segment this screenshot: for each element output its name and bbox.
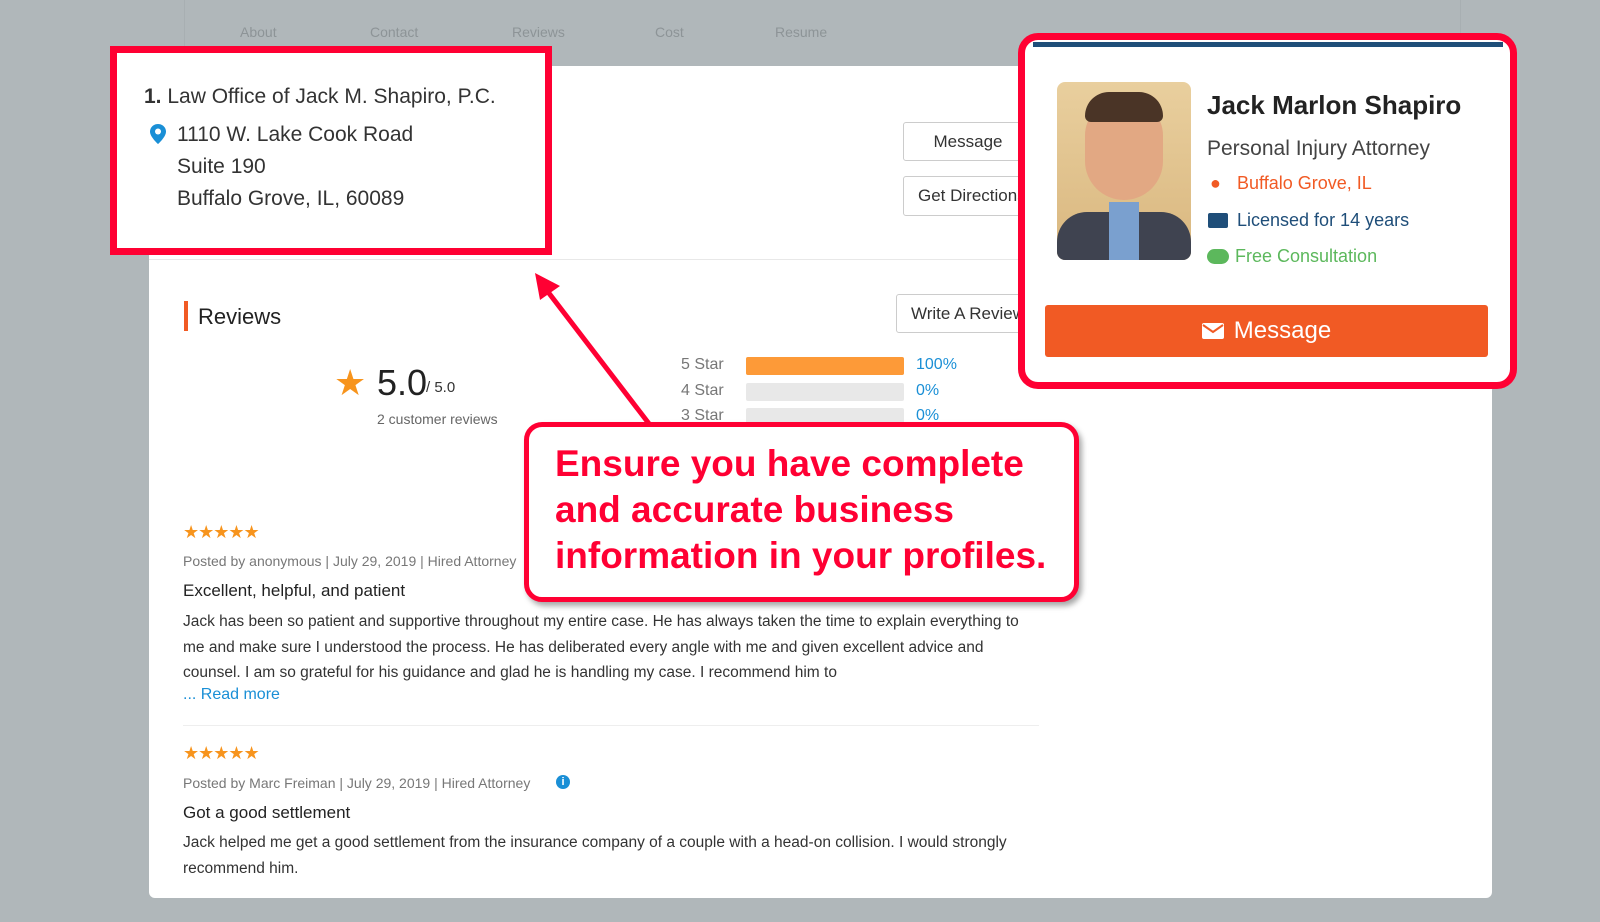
read-more-link[interactable]: ... Read more xyxy=(183,686,280,704)
review-stars: ★★★★★ xyxy=(183,743,260,763)
review-title: Excellent, helpful, and patient xyxy=(183,581,406,600)
annotation-callout: Ensure you have complete and accurate bu… xyxy=(524,422,1079,602)
info-icon[interactable]: i xyxy=(556,775,570,789)
review-meta: Posted by anonymous | July 29, 2019 | Hi… xyxy=(183,553,517,569)
map-pin-icon: ● xyxy=(1210,173,1221,193)
review-body: Jack has been so patient and supportive … xyxy=(183,613,1019,681)
attorney-name: Jack Marlon Shapiro xyxy=(1207,90,1462,120)
location-link[interactable]: Buffalo Grove, IL xyxy=(1237,173,1372,194)
piggy-bank-icon xyxy=(1207,249,1229,264)
envelope-icon xyxy=(1201,323,1224,339)
profile-card-highlight: Jack Marlon Shapiro Personal Injury Atto… xyxy=(1018,33,1517,389)
divider xyxy=(183,725,1039,726)
review-stars: ★★★★★ xyxy=(183,522,260,542)
free-consultation-text: Free Consultation xyxy=(1235,246,1378,266)
attorney-title: Personal Injury Attorney xyxy=(1207,137,1430,160)
profile-message-button[interactable]: Message xyxy=(1045,305,1488,357)
attorney-photo xyxy=(1057,82,1191,260)
review-title: Got a good settlement xyxy=(183,803,351,822)
briefcase-icon xyxy=(1208,213,1228,228)
review-body: Jack helped me get a good settlement fro… xyxy=(183,834,1007,877)
licensed-text: Licensed for 14 years xyxy=(1237,210,1410,230)
card-top-border xyxy=(1033,42,1503,47)
review-meta: Posted by Marc Freiman | July 29, 2019 |… xyxy=(183,775,531,791)
